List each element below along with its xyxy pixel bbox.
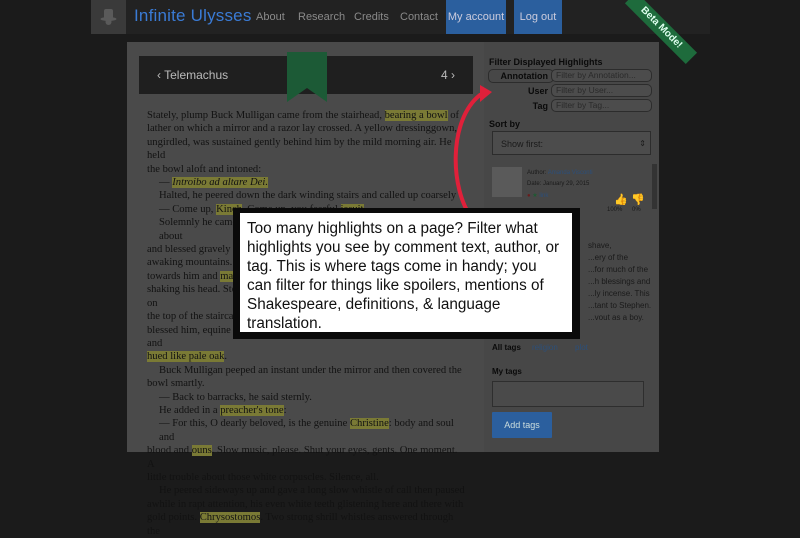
text-line: bowl smartly.: [147, 378, 205, 390]
nav-contact-link[interactable]: Contact: [400, 11, 438, 23]
text-line: — For this, O dearly beloved, is the gen…: [159, 418, 454, 443]
text-line: Stately, plump Buck Mulligan came from t…: [147, 110, 460, 121]
tag-link-religion[interactable]: religion: [532, 343, 558, 352]
my-tags-input[interactable]: [492, 381, 644, 407]
nav-research[interactable]: Research: [298, 0, 345, 34]
filter-tag-input[interactable]: Filter by Tag...: [551, 99, 652, 112]
text-line: the bowl aloft and intoned:: [147, 163, 262, 175]
all-tags-label: All tags: [492, 343, 521, 352]
thumbs-up-icon[interactable]: 👍: [614, 193, 628, 206]
nav-research-link[interactable]: Research: [298, 11, 345, 23]
permalink[interactable]: link: [539, 193, 548, 199]
annotation-author: Author: Amanda Visconti: [527, 170, 593, 176]
star-icon[interactable]: ★: [532, 193, 537, 199]
filter-user-input[interactable]: Filter by User...: [551, 84, 652, 97]
annotation-text-line: ...ery of the: [588, 253, 629, 262]
text-line: blood and ouns. Slow music, please. Shut…: [147, 445, 458, 470]
annotation-actions: ● ★ link: [527, 192, 548, 199]
nav-about-link[interactable]: About: [256, 11, 285, 23]
log-out-button[interactable]: Log out: [514, 0, 562, 34]
site-title[interactable]: Infinite Ulysses: [134, 6, 252, 26]
previous-chapter-link[interactable]: ‹ Telemachus: [157, 68, 228, 82]
text-line: He added in a preacher's tone:: [159, 404, 287, 416]
sort-select[interactable]: Show first: ⇕: [492, 131, 651, 155]
text-line: — Introibo ad altare Dei.: [159, 177, 268, 189]
nav-credits-link[interactable]: Credits: [354, 11, 389, 23]
filter-annotation-input[interactable]: Filter by Annotation...: [551, 69, 652, 82]
chevron-updown-icon: ⇕: [639, 139, 646, 148]
text-line: lather on which a mirror and a razor lay…: [147, 123, 458, 135]
text-line: ungirdled, was sustained gently behind h…: [147, 136, 452, 162]
annotation-text-line: ...vout as a boy.: [588, 313, 644, 322]
annotation-date: Date: January 29, 2015: [527, 181, 590, 187]
nav-credits[interactable]: Credits: [354, 0, 389, 34]
author-link[interactable]: Amanda Visconti: [548, 170, 593, 176]
nav-about[interactable]: About: [256, 0, 285, 34]
text-line: Halted, he peered down the dark winding …: [159, 190, 462, 202]
text-line: gold points. Chrysostomos. Two strong sh…: [147, 512, 454, 537]
nav-contact[interactable]: Contact: [400, 0, 438, 34]
annotation-text-line: ...for much of the: [588, 265, 649, 274]
add-tags-button[interactable]: Add tags: [492, 412, 552, 438]
tooltip-callout: Too many highlights on a page? Filter wh…: [240, 213, 572, 332]
flag-icon[interactable]: ●: [527, 193, 531, 199]
text-line: little trouble about those white corpusc…: [147, 471, 379, 483]
disagree-percent: 0%: [632, 207, 641, 213]
my-account-button[interactable]: My account: [446, 0, 506, 34]
annotation-text-line: ...tant to Stephen.: [588, 301, 652, 310]
agree-percent: 100%: [607, 207, 623, 213]
annotation-scrollbar[interactable]: [652, 164, 657, 209]
tag-link-plot[interactable]: plot: [575, 343, 588, 352]
text-line: He peered sideways up and gave a long sl…: [159, 485, 465, 497]
annotation-text-line: shave,: [588, 241, 612, 250]
annotation-text-line: ...ly incense. This: [588, 289, 650, 298]
bookmark-icon[interactable]: [287, 52, 327, 102]
site-logo[interactable]: [91, 0, 126, 34]
filter-heading: Filter Displayed Highlights: [489, 57, 603, 67]
hat-icon: [100, 9, 117, 25]
text-line: awhile in rapt attention, his even white…: [147, 498, 464, 510]
thumbs-down-icon[interactable]: 👎: [631, 193, 645, 206]
text-line: — Back to barracks, he said sternly.: [159, 391, 312, 403]
annotation-text-line: ...h blessings and: [588, 277, 651, 286]
my-tags-label: My tags: [492, 367, 522, 376]
text-line: Buck Mulligan peeped an instant under th…: [159, 364, 462, 376]
text-line: hued like pale oak.: [147, 351, 228, 363]
